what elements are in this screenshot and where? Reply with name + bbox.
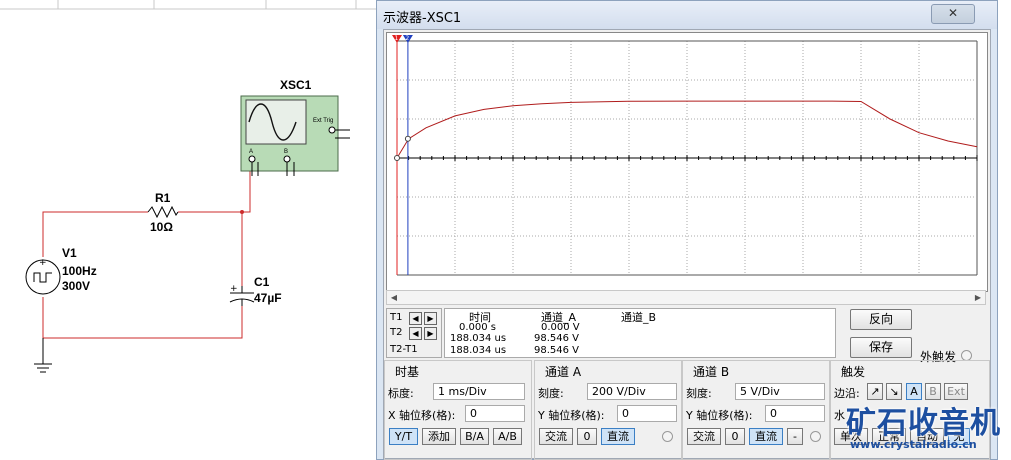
junction-dot [240,210,244,214]
v1-voltage: 300V [62,279,90,293]
horizontal-scrollbar[interactable]: ◀ ▶ [386,290,986,305]
channel-b-group: 通道 B 刻度: 5 V/Div Y 轴位移(格): 0 交流 0 直流 - [682,360,830,460]
scope-cursors[interactable]: 12 [392,35,413,275]
channel-b-dc-button[interactable]: 直流 [749,428,783,445]
channel-a-terminal[interactable] [662,431,673,442]
t1-label: T1 [390,312,403,323]
t2-right-arrow-button[interactable]: ▶ [424,327,437,340]
scope-display: 12 [392,35,978,276]
site-watermark: 矿石收音机 www.crystalradio.cn [842,394,1011,460]
channel-a-ypos-label: Y 轴位移(格): [538,409,605,422]
timebase-group: 时基 标度: 1 ms/Div X 轴位移(格): 0 Y/T 添加 B/A A… [384,360,532,460]
timebase-title: 时基 [395,365,420,379]
t2t1-channel-a: 98.546 V [534,345,580,356]
reverse-button[interactable]: 反向 [850,309,912,330]
cursor-t2-label: 2 [405,35,409,42]
v1-name: V1 [62,246,77,260]
r1-name: R1 [155,191,171,205]
t1-time: 0.000 s [459,322,497,333]
timebase-scale-label: 标度: [388,387,414,400]
channel-b-scale-field[interactable]: 5 V/Div [735,383,825,400]
t2-label: T2 [390,327,403,338]
t1-right-arrow-button[interactable]: ▶ [424,312,437,325]
add-mode-button[interactable]: 添加 [422,428,456,445]
channel-b-minus-button[interactable]: - [787,428,803,445]
scope-channel-b-label: B [284,149,288,155]
cursor-t1-marker [394,155,400,161]
cursor-t1: 1 [392,35,402,275]
scope-channel-a-label: A [249,149,253,155]
close-button[interactable]: ✕ [931,4,975,24]
r1-resistor[interactable] [147,205,179,219]
scope-screen[interactable]: 12 [386,32,988,292]
channel-b-zero-button[interactable]: 0 [725,428,745,445]
channel-b-scale-label: 刻度: [686,387,712,400]
channel-b-ac-button[interactable]: 交流 [687,428,721,445]
t1-left-arrow-button[interactable]: ◀ [409,312,422,325]
window-title: 示波器-XSC1 [383,11,462,26]
scope-ext-trig-label: Ext Trig [313,118,333,124]
x-position-field[interactable]: 0 [465,405,525,422]
scope-ref-label: XSC1 [280,78,312,92]
cursor-t2-marker [404,135,411,142]
channel-a-ac-button[interactable]: 交流 [539,428,573,445]
window-titlebar[interactable]: 示波器-XSC1 ✕ [377,1,997,29]
t2-time: 188.034 us [450,333,507,344]
svg-text:+: + [230,284,238,294]
x-position-label: X 轴位移(格): [388,409,456,422]
t2t1-time: 188.034 us [450,345,507,356]
t2-channel-a: 98.546 V [534,333,580,344]
v1-frequency: 100Hz [62,264,97,278]
r1-value: 10Ω [150,220,173,234]
readout-values: 时间 通道_A 通道_B 0.000 s 0.000 V 188.034 us … [444,308,836,358]
c1-name: C1 [254,275,270,289]
ab-mode-button[interactable]: A/B [493,428,522,445]
close-x-icon: ✕ [947,6,959,20]
v1-source[interactable]: + [25,258,61,295]
yt-mode-button[interactable]: Y/T [389,428,418,445]
ground-wire [34,338,52,373]
watermark-url: www.crystalradio.cn [850,438,977,451]
ba-mode-button[interactable]: B/A [460,428,489,445]
scope-component-icon[interactable] [240,95,350,176]
channel-b-title: 通道 B [693,365,730,379]
channel-b-ypos-label: Y 轴位移(格): [686,409,753,422]
cursor-controls: T1 ◀ ▶ T2 ◀ ▶ T2-T1 [386,308,442,358]
cursor-readout: T1 ◀ ▶ T2 ◀ ▶ T2-T1 时间 通道_A 通道_B 0.000 s… [386,308,836,358]
scroll-right-icon[interactable]: ▶ [972,292,984,303]
scroll-left-icon[interactable]: ◀ [388,292,400,303]
channel-a-dc-button[interactable]: 直流 [601,428,635,445]
cursor-t2: 2 [402,35,413,275]
t2-left-arrow-button[interactable]: ◀ [409,327,422,340]
channel-b-ypos-field[interactable]: 0 [765,405,825,422]
cursor-t1-label: 1 [395,35,399,42]
channel-a-scale-label: 刻度: [538,387,564,400]
watermark-logo: 矿石收音机 [846,406,1001,441]
svg-text:+: + [39,258,47,268]
channel-a-ypos-field[interactable]: 0 [617,405,677,422]
t2t1-label: T2-T1 [390,344,418,355]
channel-a-scale-field[interactable]: 200 V/Div [587,383,677,400]
channel-a-zero-button[interactable]: 0 [577,428,597,445]
c1-value: 47µF [254,291,282,305]
save-button[interactable]: 保存 [850,337,912,358]
c1-capacitor[interactable]: + [229,284,255,306]
timebase-scale-field[interactable]: 1 ms/Div [433,383,525,400]
top-ruler [0,0,376,10]
channel-b-terminal[interactable] [810,431,821,442]
scope-center-axis [396,155,978,161]
oscilloscope-window[interactable]: 示波器-XSC1 ✕ 12 ◀ ▶ T1 ◀ ▶ T2 ◀ ▶ T2-T1 时间… [376,0,998,460]
trigger-title: 触发 [841,365,866,379]
channel-a-group: 通道 A 刻度: 200 V/Div Y 轴位移(格): 0 交流 0 直流 [534,360,682,460]
t1-channel-a: 0.000 V [541,322,580,333]
channel-a-title: 通道 A [545,365,582,379]
col-channel-b-header: 通道_B [621,311,657,324]
